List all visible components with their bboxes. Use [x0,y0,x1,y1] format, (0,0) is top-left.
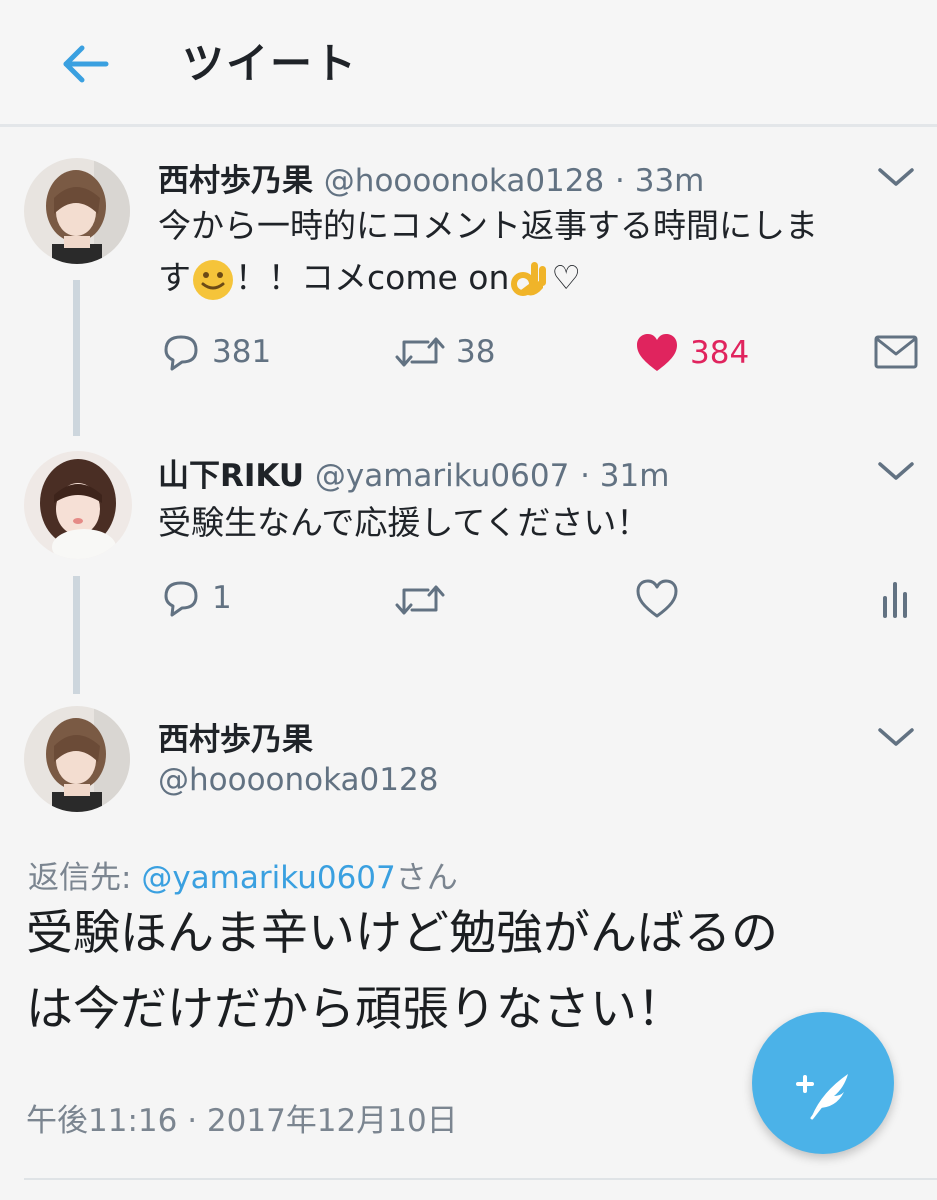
retweet-button[interactable] [394,580,446,620]
retweet-count: 38 [456,334,496,370]
tweet-detail-screen: ツイート 西村歩乃果 @hoooonoka0128 · 33m 今から一時的にコ… [0,0,937,1200]
retweet-icon [395,585,445,615]
tweet-text-segment: す [158,258,191,297]
tweet-text-segment: ！！コメcome on [235,258,510,297]
direct-message-button[interactable] [874,334,918,370]
divider [24,1178,937,1180]
main-tweet-text-line: は今だけだから頑張りなさい！ [26,982,684,1037]
page-title: ツイート [182,39,359,88]
header-bar: ツイート [0,0,937,124]
slightly-smiling-face-icon [193,259,233,300]
reply-icon [164,335,198,371]
reply-count: 381 [212,334,272,370]
replying-to-suffix: さん [395,860,458,896]
avatar[interactable] [24,706,130,812]
reply-button[interactable]: 1 [160,578,232,618]
avatar[interactable] [24,158,130,264]
like-count: 384 [690,335,750,371]
header-divider [0,124,937,127]
chevron-down-icon [878,728,914,746]
tweet-menu-button[interactable] [876,456,916,486]
heart-filled-icon [637,334,677,371]
author-handle: @hoooonoka0128 [323,163,605,199]
chevron-down-icon [878,168,914,186]
main-tweet-author-name[interactable]: 西村歩乃果 [158,714,313,759]
compose-feather-icon [796,1074,848,1120]
tweet-author[interactable]: 山下RIKU @yamariku0607 · 31m [158,450,669,495]
thread-line [73,576,80,694]
tweet-text-line: 今から一時的にコメント返事する時間にしま [158,206,818,245]
tweet-text-line: す ！！コメcome on ♡ [158,252,818,304]
tweet-time: · 31m [580,458,670,494]
main-tweet-text-line: 受験ほんま辛いけど勉強がんばるの [26,906,778,961]
retweet-button[interactable]: 38 [394,332,495,372]
back-button[interactable] [58,36,114,92]
arrow-left-icon [63,45,109,83]
author-name: 山下RIKU [158,458,305,494]
reply-icon [164,581,198,617]
ok-hand-icon [511,261,547,296]
replying-to-handle-link[interactable]: @yamariku0607 [141,860,395,896]
thread-line [73,280,80,436]
author-handle: @yamariku0607 [314,458,570,494]
tweet-text-segment: ♡ [551,258,581,297]
avatar[interactable] [24,451,132,559]
reply-count: 1 [212,580,232,616]
like-button[interactable]: 384 [634,332,749,374]
tweet-text: 今から一時的にコメント返事する時間にしま す ！！コメcome on ♡ [158,200,818,304]
author-name: 西村歩乃果 [158,163,313,199]
tweet-text: 受験生なんで応援してください！ [158,503,650,542]
like-button[interactable] [634,578,680,620]
replying-to: 返信先: @yamariku0607さん [28,852,458,897]
analytics-button[interactable] [880,578,910,620]
tweet-time: · 33m [615,163,705,199]
tweet-timestamp: 午後11:16 · 2017年12月10日 [26,1103,458,1139]
compose-tweet-button[interactable] [752,1012,894,1154]
tweet-menu-button[interactable] [876,162,916,192]
retweet-icon [395,337,445,367]
main-tweet-author-handle[interactable]: @hoooonoka0128 [158,762,438,798]
envelope-icon [874,335,918,369]
main-tweet-text: 受験ほんま辛いけど勉強がんばるの は今だけだから頑張りなさい！ [26,896,778,1048]
reply-button[interactable]: 381 [160,332,271,372]
heart-outline-icon [636,579,678,618]
chevron-down-icon [878,462,914,480]
tweet-author[interactable]: 西村歩乃果 @hoooonoka0128 · 33m [158,155,704,200]
replying-to-label: 返信先: [28,860,142,896]
analytics-icon [883,582,907,618]
tweet-menu-button[interactable] [876,722,916,752]
